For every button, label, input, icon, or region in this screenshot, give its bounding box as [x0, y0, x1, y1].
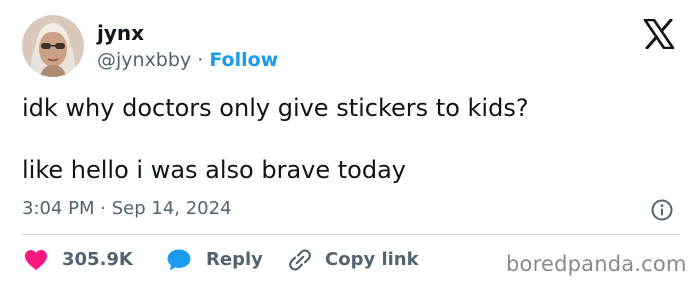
- tweet-time: 3:04 PM: [22, 198, 95, 219]
- like-count: 305.9K: [62, 249, 133, 270]
- handle-separator: ·: [197, 49, 204, 71]
- tweet-date: Sep 14, 2024: [111, 198, 232, 219]
- handle-row: @jynxbby · Follow: [97, 48, 278, 72]
- tweet-timestamp[interactable]: 3:04 PM · Sep 14, 2024: [22, 197, 232, 221]
- copy-link-label: Copy link: [325, 249, 419, 270]
- link-icon: [289, 249, 311, 271]
- like-button[interactable]: 305.9K: [24, 246, 133, 274]
- heart-icon: [25, 250, 47, 270]
- reply-label: Reply: [206, 249, 263, 270]
- tweet-text-line-1: idk why doctors only give stickers to ki…: [22, 94, 529, 122]
- info-icon[interactable]: [650, 198, 674, 222]
- user-handle[interactable]: @jynxbby: [97, 49, 191, 71]
- tweet-text-line-2: like hello i was also brave today: [22, 156, 406, 184]
- x-logo-icon[interactable]: [643, 18, 675, 50]
- timestamp-separator: ·: [100, 198, 106, 219]
- copy-link-button[interactable]: Copy link: [287, 246, 419, 274]
- avatar[interactable]: [22, 15, 84, 77]
- speech-bubble-icon: [167, 249, 191, 271]
- divider: [22, 234, 680, 235]
- display-name[interactable]: jynx: [97, 21, 144, 45]
- reply-button[interactable]: Reply: [166, 246, 263, 274]
- follow-button[interactable]: Follow: [209, 49, 278, 71]
- watermark: boredpanda.com: [506, 252, 687, 276]
